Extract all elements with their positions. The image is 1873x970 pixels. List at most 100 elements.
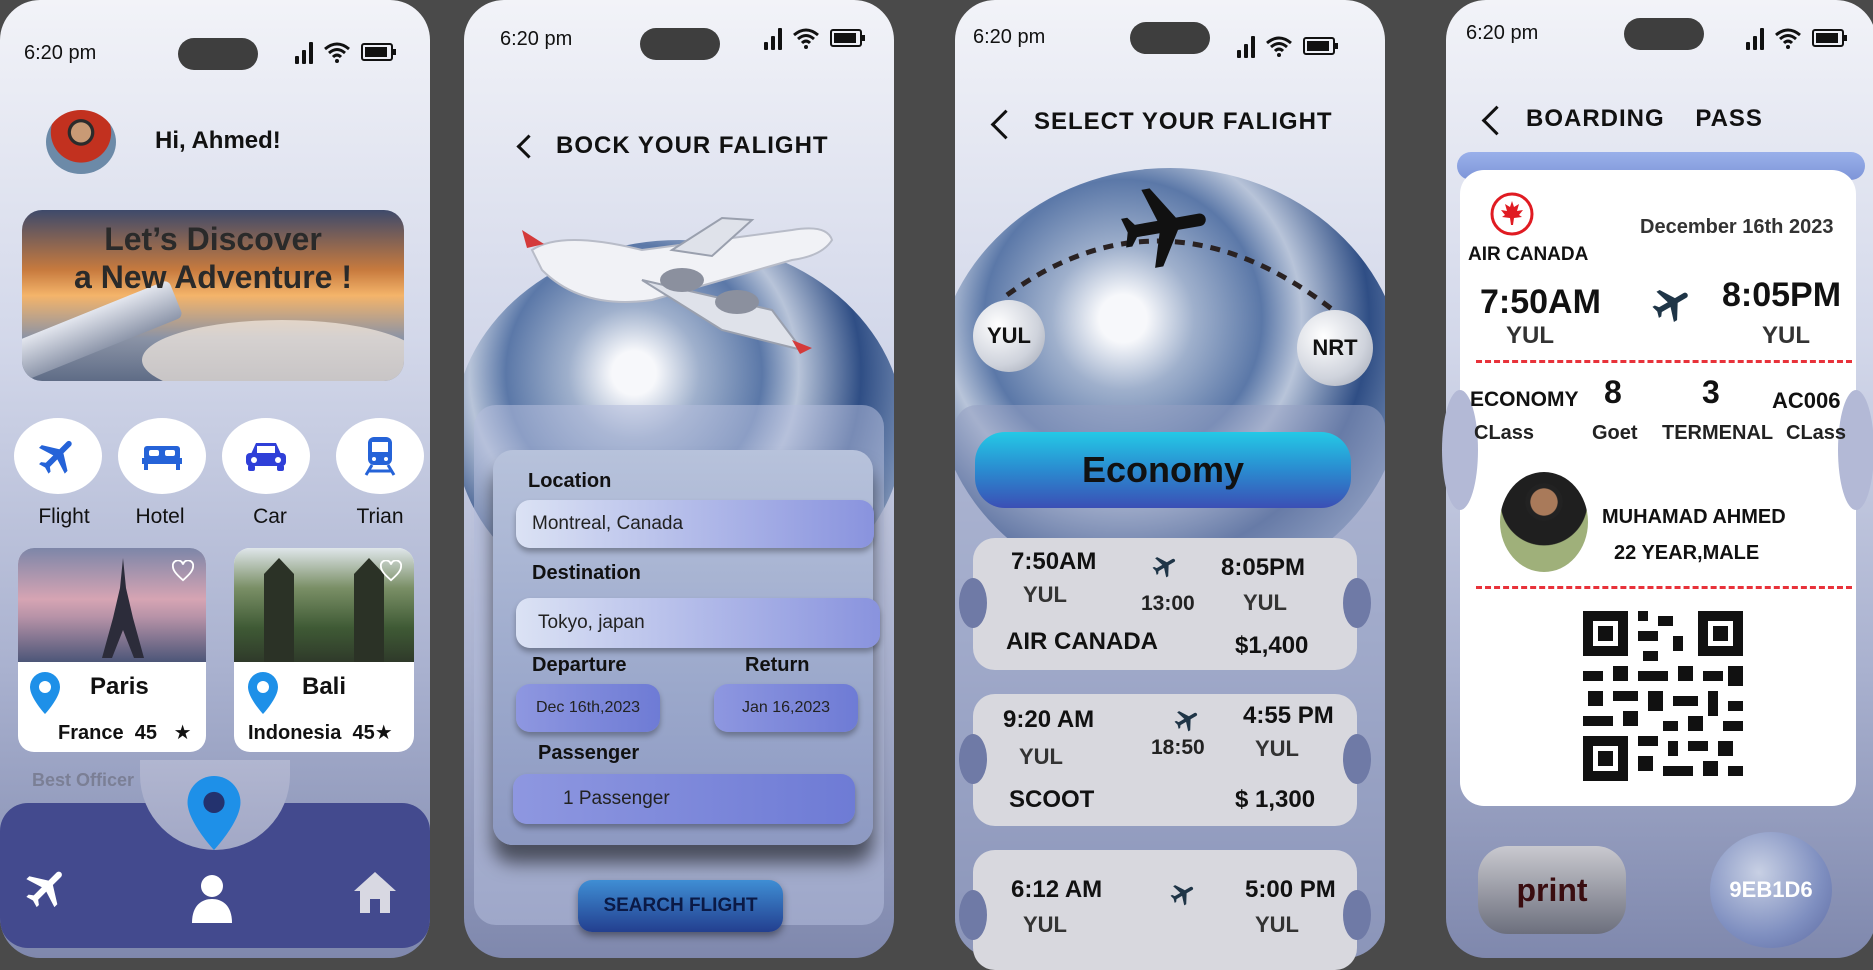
favorite-heart-icon[interactable] (172, 560, 194, 582)
terminal-value: 3 (1702, 374, 1720, 410)
back-chevron-icon[interactable] (990, 109, 1021, 140)
destination-input[interactable]: Tokyo, japan (516, 598, 880, 648)
destination-city-bubble: NRT (1297, 310, 1373, 386)
signal-icon (295, 40, 313, 64)
banner-line-1: Let’s Discover (104, 221, 322, 257)
airplane-icon (1174, 711, 1198, 732)
home-screen: 6:20 pm Hi, Ahmed! Let’s Discover a New … (0, 0, 430, 958)
departure-code: YUL (1023, 912, 1067, 937)
destination-label: Destination (532, 562, 641, 584)
cloud-image (142, 320, 404, 381)
avatar[interactable] (46, 110, 116, 174)
arrival-time: 5:00 PM (1245, 876, 1336, 903)
flight-number: AC006 (1772, 388, 1841, 413)
train-icon (364, 437, 396, 476)
departure-label: Departure (532, 654, 627, 676)
status-bar: 6:20 pm (464, 0, 894, 60)
ticket-price: $ 1,300 (1235, 786, 1316, 813)
origin-city-bubble: YUL (973, 300, 1045, 372)
home-icon[interactable] (352, 869, 398, 915)
bed-icon (142, 446, 182, 470)
status-time: 6:20 pm (24, 42, 97, 64)
section-label: Best Officer (32, 770, 135, 790)
status-time: 6:20 pm (973, 26, 1046, 48)
print-button[interactable]: print (1478, 846, 1626, 934)
class-economy-button[interactable]: Economy (975, 432, 1351, 508)
airplane-icon (1170, 885, 1194, 906)
category-train-button[interactable] (336, 418, 424, 494)
flight-ticket-2[interactable]: 9:20 AM YUL 18:50 4:55 PM YUL SCOOT $ 1,… (959, 694, 1371, 826)
flight-duration: 13:00 (1141, 592, 1195, 615)
category-label-flight: Flight (38, 505, 90, 528)
class-label: CLass (1474, 422, 1535, 444)
page-title: SELECT YOUR FALIGHT (1034, 108, 1333, 135)
category-hotel-button[interactable] (118, 418, 206, 494)
destination-country: Indonesia 45★ (248, 722, 393, 744)
wifi-icon (1266, 36, 1292, 57)
departure-code: YUL (1019, 744, 1063, 769)
search-flight-button[interactable]: SEARCH FLIGHT (578, 880, 783, 932)
destination-country: France 45 ★ (58, 722, 192, 744)
arrival-time: 4:55 PM (1243, 702, 1334, 729)
category-label-train: Trian (356, 505, 404, 528)
status-time: 6:20 pm (1466, 22, 1539, 44)
arrival-code: YUL (1255, 736, 1299, 761)
status-icons (295, 40, 396, 64)
status-bar: 6:20 pm (0, 0, 430, 70)
location-pin-icon[interactable] (184, 772, 244, 854)
return-label: Return (745, 654, 810, 676)
gate-label: Goet (1592, 422, 1638, 444)
departure-code: YUL (1506, 322, 1554, 349)
star-icon: ★ (173, 722, 192, 744)
star-icon: ★ (374, 722, 393, 744)
flight-ticket-3[interactable]: 6:12 AM YUL 5:00 PM YUL (959, 850, 1371, 970)
back-chevron-icon[interactable] (516, 134, 541, 159)
airline-name: AIR CANADA (1006, 628, 1158, 655)
back-chevron-icon[interactable] (1481, 105, 1512, 136)
wifi-icon (1775, 28, 1801, 49)
flight-ticket-1[interactable]: 7:50AM YUL 13:00 8:05PM YUL AIR CANADA $… (959, 538, 1371, 670)
battery-icon (1812, 29, 1847, 47)
arrival-time: 8:05PM (1221, 554, 1306, 581)
airplane-icon[interactable] (22, 863, 72, 913)
departure-time: 7:50AM (1480, 283, 1601, 321)
airline-name: SCOOT (1009, 786, 1095, 813)
return-date-input[interactable]: Jan 16,2023 (714, 684, 858, 732)
airplane-icon (1121, 188, 1206, 268)
category-flight-button[interactable] (14, 418, 102, 494)
location-input[interactable]: Montreal, Canada (516, 500, 874, 548)
departure-date-input[interactable]: Dec 16th,2023 (516, 684, 660, 732)
category-label-car: Car (253, 505, 287, 528)
flight-date: December 16th 2023 (1640, 216, 1834, 238)
airplane-image (522, 216, 834, 354)
terminal-label: TERMENAL (1662, 422, 1774, 444)
destination-card-bali[interactable]: Bali Indonesia 45★ (234, 548, 414, 752)
booking-code-button[interactable]: 9EB1D6 (1710, 832, 1832, 948)
dynamic-island (1624, 18, 1704, 50)
adventure-banner[interactable]: Let’s Discover a New Adventure ! (22, 210, 404, 381)
passenger-input[interactable]: 1 Passenger (513, 774, 855, 824)
category-car-button[interactable] (222, 418, 310, 494)
category-label-hotel: Hotel (135, 505, 185, 528)
arrival-code: YUL (1255, 912, 1299, 937)
air-canada-logo (1490, 192, 1534, 236)
flight-duration: 18:50 (1151, 736, 1205, 759)
battery-icon (1303, 37, 1338, 55)
arrival-time: 8:05PM (1722, 276, 1842, 314)
favorite-heart-icon[interactable] (380, 560, 402, 582)
qr-code-icon (1578, 606, 1748, 786)
destination-card-paris[interactable]: Paris France 45 ★ (18, 548, 206, 752)
status-icons (1746, 26, 1847, 50)
destination-name: Bali (302, 673, 347, 700)
airplane-icon (1152, 557, 1176, 578)
dynamic-island (640, 28, 720, 60)
location-label: Location (528, 470, 612, 492)
signal-icon (1237, 34, 1255, 58)
flight-label: CLass (1786, 422, 1847, 444)
battery-icon (830, 29, 865, 47)
departure-time: 9:20 AM (1003, 706, 1095, 733)
location-pin-icon (30, 672, 60, 714)
airplane-icon (39, 440, 72, 474)
page-title: BOCK YOUR FALIGHT (556, 132, 829, 159)
profile-icon[interactable] (190, 873, 234, 923)
